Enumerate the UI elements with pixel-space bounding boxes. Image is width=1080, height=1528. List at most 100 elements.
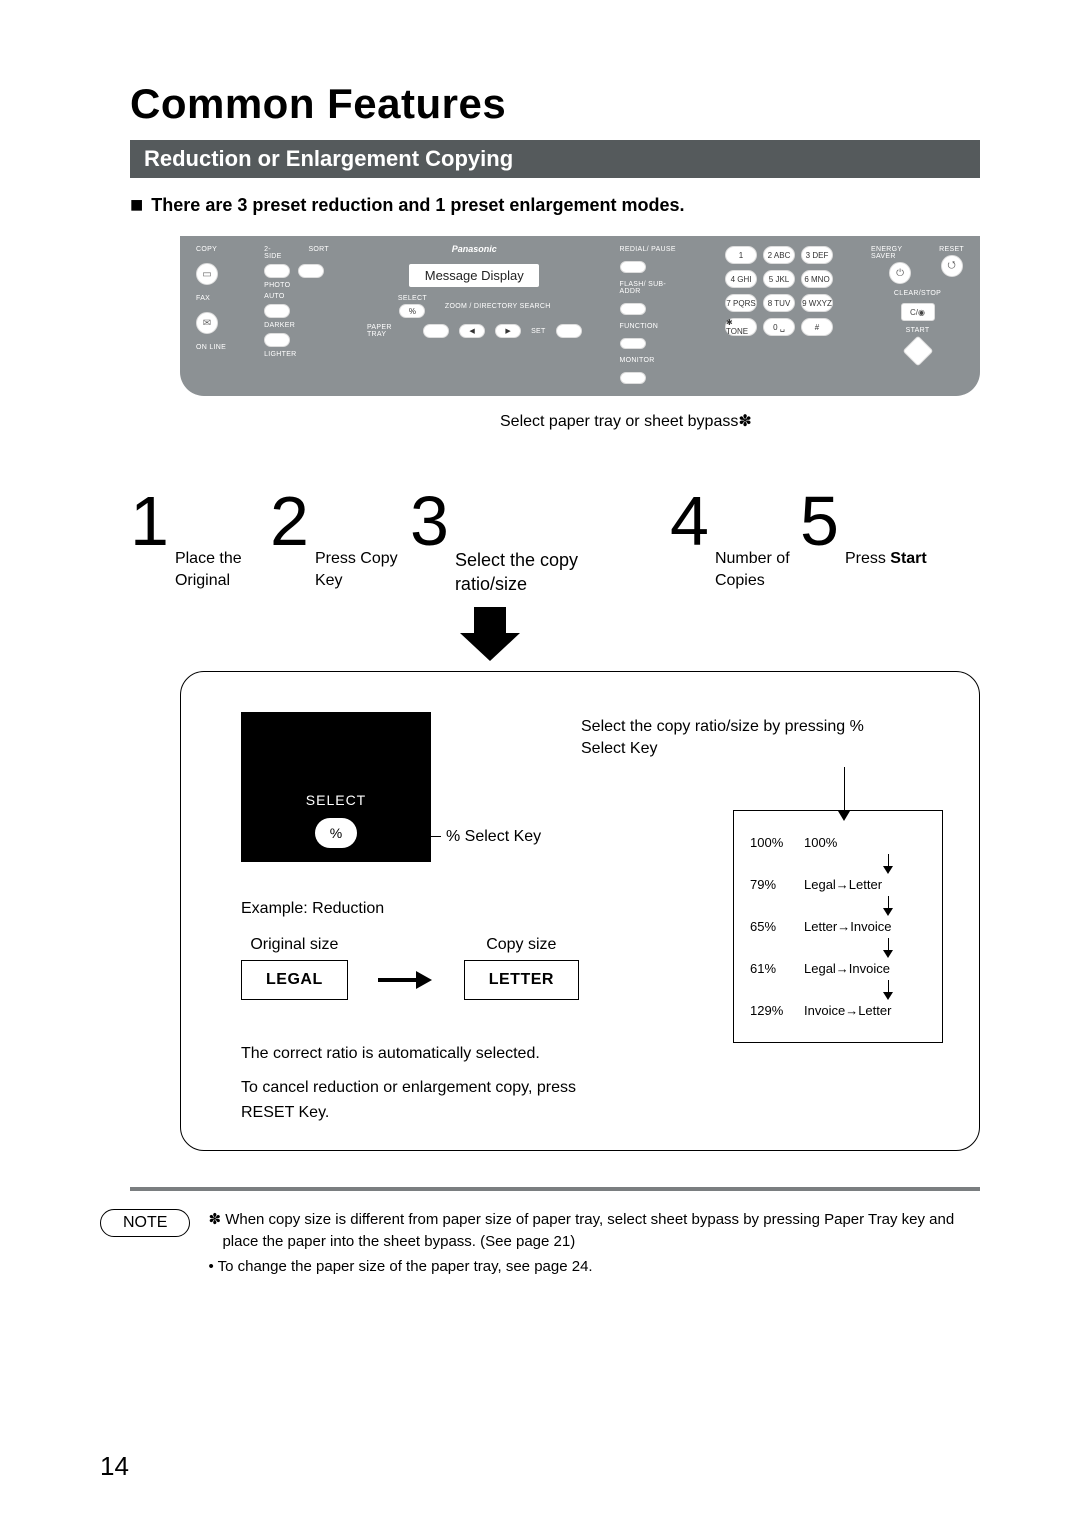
control-panel: COPY ▭ FAX ✉ ON LINE 2-SIDE SORT PHOTO A… xyxy=(180,236,980,396)
panel-center: Panasonic Message Display SELECT % ZOOM … xyxy=(367,246,582,384)
ratio-row-0: 100% 100% xyxy=(750,835,926,850)
sort-button[interactable] xyxy=(298,264,324,278)
nav-right-button[interactable]: ▶ xyxy=(495,324,521,338)
label-flash: FLASH/ SUB-ADDR xyxy=(620,281,687,295)
copy-size-box: LETTER xyxy=(464,960,579,1000)
percent-select-button[interactable]: % xyxy=(315,818,357,848)
step-num-3: 3 xyxy=(410,486,449,556)
clear-stop-button[interactable]: C/◉ xyxy=(901,303,935,321)
label-energy: ENERGY SAVER xyxy=(871,246,929,260)
label-fax: FAX xyxy=(196,295,226,302)
select-pct-button[interactable]: % xyxy=(399,304,425,318)
label-function: FUNCTION xyxy=(620,323,687,330)
down-arrow-icon xyxy=(888,854,889,868)
label-lighter: LIGHTER xyxy=(264,351,329,358)
key-7[interactable]: 7 PQRS xyxy=(725,294,757,312)
panel-col-phone: REDIAL/ PAUSE FLASH/ SUB-ADDR FUNCTION M… xyxy=(620,246,687,384)
fax-button[interactable]: ✉ xyxy=(196,312,218,334)
note-row: NOTE ✽ When copy size is different from … xyxy=(100,1209,980,1281)
contrast-button[interactable] xyxy=(264,333,290,347)
label-online: ON LINE xyxy=(196,344,226,351)
nav-left-button[interactable]: ◀ xyxy=(459,324,485,338)
key-3[interactable]: 3 DEF xyxy=(801,246,833,264)
key-5[interactable]: 5 JKL xyxy=(763,270,795,288)
control-panel-figure: COPY ▭ FAX ✉ ON LINE 2-SIDE SORT PHOTO A… xyxy=(130,236,980,426)
ratio-desc: Legal→Letter xyxy=(794,877,926,892)
key-6[interactable]: 6 MNO xyxy=(801,270,833,288)
ratio-pct: 100% xyxy=(750,835,794,850)
step-text-3: Select the copy ratio/size xyxy=(455,548,578,597)
key-hash[interactable]: # xyxy=(801,318,833,336)
ratio-desc: Legal→Invoice xyxy=(794,961,926,976)
label-2side: 2-SIDE xyxy=(264,246,288,260)
ratio-desc: Invoice→Letter xyxy=(794,1003,926,1018)
section-divider xyxy=(130,1187,980,1191)
message-display: Message Display xyxy=(409,264,539,287)
label-start: START xyxy=(906,327,930,334)
step-row: 1 Place the Original 2 Press Copy Key 3 … xyxy=(130,486,980,597)
auto-button[interactable] xyxy=(264,304,290,318)
brand-label: Panasonic xyxy=(452,244,497,254)
panel-keypad-col: 1 2 ABC 3 DEF 4 GHI 5 JKL 6 MNO 7 PQRS 8… xyxy=(725,246,833,384)
flash-button[interactable] xyxy=(620,303,646,315)
step-5: 5 Press Start xyxy=(800,486,930,597)
label-darker: DARKER xyxy=(264,322,329,329)
label-clearstop: CLEAR/STOP xyxy=(894,290,941,297)
key-4[interactable]: 4 GHI xyxy=(725,270,757,288)
cancel-line: To cancel reduction or enlargement copy,… xyxy=(241,1076,601,1126)
reset-button[interactable]: ⭯ xyxy=(941,255,963,277)
key-0[interactable]: 0 ␣ xyxy=(763,318,795,336)
label-zoom: ZOOM / DIRECTORY SEARCH xyxy=(445,303,551,310)
label-papertray: PAPER TRAY xyxy=(367,324,413,338)
original-size-col: Original size LEGAL xyxy=(241,936,348,1000)
function-button[interactable] xyxy=(620,338,646,350)
lead-text: There are 3 preset reduction and 1 prese… xyxy=(130,192,980,218)
detail-right-text: Select the copy ratio/size by pressing %… xyxy=(581,716,901,761)
twoside-button[interactable] xyxy=(264,264,290,278)
key-9[interactable]: 9 WXYZ xyxy=(801,294,833,312)
example-block: Example: Reduction Original size LEGAL C… xyxy=(241,900,579,1000)
step-num-5: 5 xyxy=(800,486,839,556)
ratio-table: 100% 100% 79% Legal→Letter 65% Letter→In… xyxy=(733,810,943,1043)
detail-box: SELECT % % Select Key Select the copy ra… xyxy=(180,671,980,1151)
ratio-pct: 79% xyxy=(750,877,794,892)
label-monitor: MONITOR xyxy=(620,357,687,364)
section-subtitle: Reduction or Enlargement Copying xyxy=(130,140,980,178)
copy-size-label: Copy size xyxy=(486,936,556,954)
step-num-1: 1 xyxy=(130,486,169,556)
ratio-row-2: 65% Letter→Invoice xyxy=(750,919,926,934)
right-arrow-icon xyxy=(378,973,434,987)
energy-saver-button[interactable]: ⏻ xyxy=(889,262,911,284)
down-arrow-icon xyxy=(888,980,889,994)
label-reset: RESET xyxy=(939,246,964,253)
step-text-5: Press Start xyxy=(845,548,927,570)
ratio-desc: Letter→Invoice xyxy=(794,919,926,934)
percent-select-key-label: % Select Key xyxy=(446,828,541,846)
step-2: 2 Press Copy Key xyxy=(270,486,410,597)
key-8[interactable]: 8 TUV xyxy=(763,294,795,312)
redial-button[interactable] xyxy=(620,261,646,273)
label-auto: AUTO xyxy=(264,293,329,300)
copy-button[interactable]: ▭ xyxy=(196,263,218,285)
ratio-pct: 61% xyxy=(750,961,794,976)
note-badge: NOTE xyxy=(100,1209,190,1237)
set-button[interactable] xyxy=(556,324,582,338)
paper-tray-button[interactable] xyxy=(423,324,449,338)
panel-col-options: 2-SIDE SORT PHOTO AUTO DARKER LIGHTER xyxy=(264,246,329,384)
label-set: SET xyxy=(531,328,546,335)
start-button[interactable] xyxy=(902,335,933,366)
ratio-desc: 100% xyxy=(794,835,926,850)
label-sort: SORT xyxy=(308,246,329,260)
monitor-button[interactable] xyxy=(620,372,646,384)
key-1[interactable]: 1 xyxy=(725,246,757,264)
key-star[interactable]: ✱ TONE xyxy=(725,318,757,336)
down-arrow-icon xyxy=(888,938,889,952)
key-2[interactable]: 2 ABC xyxy=(763,246,795,264)
step-num-4: 4 xyxy=(670,486,709,556)
note-item-2: • To change the paper size of the paper … xyxy=(208,1256,980,1279)
step-4: 4 Number of Copies xyxy=(670,486,800,597)
note-item-1: ✽ When copy size is different from paper… xyxy=(208,1209,980,1254)
label-photo: PHOTO xyxy=(264,282,329,289)
down-arrow-icon xyxy=(888,896,889,910)
ratio-pct: 129% xyxy=(750,1003,794,1018)
